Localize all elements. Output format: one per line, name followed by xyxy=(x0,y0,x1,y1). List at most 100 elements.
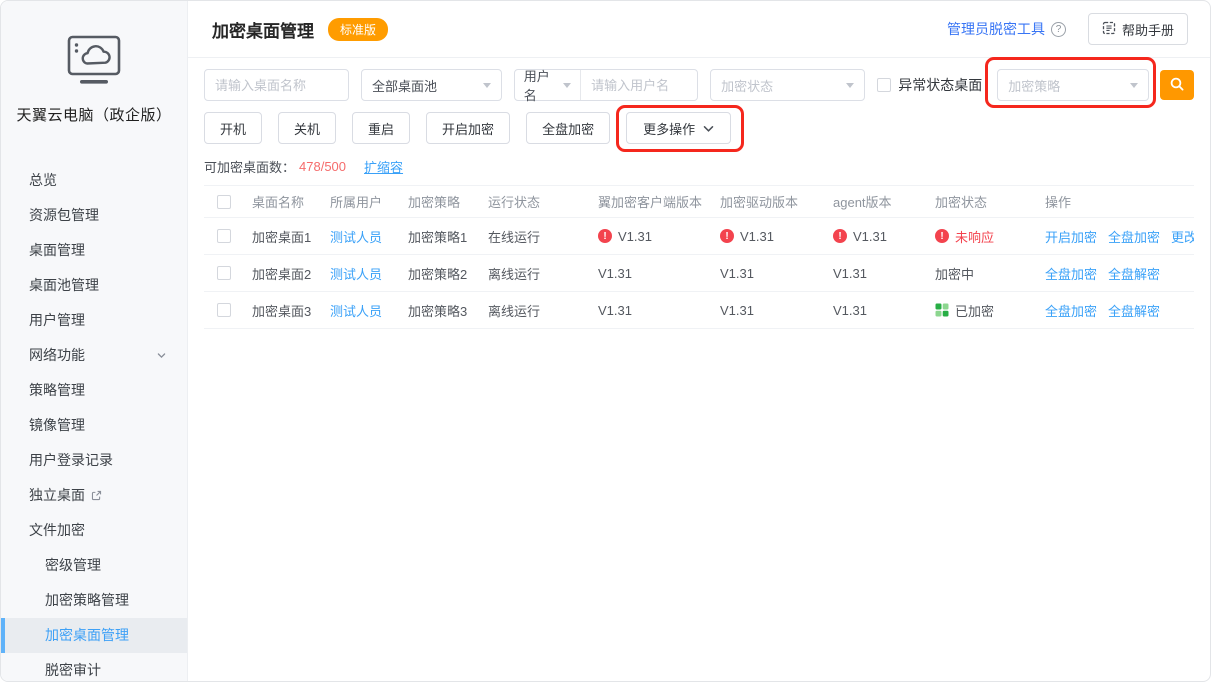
driver-version-cell: V1.31 xyxy=(720,266,833,281)
table-row: 加密桌面2测试人员加密策略2离线运行V1.31V1.31V1.31加密中全盘加密… xyxy=(204,255,1194,292)
sidebar-item-6[interactable]: 网络功能 xyxy=(1,338,187,373)
encrypted-icon xyxy=(935,303,949,317)
sidebar-item-11[interactable]: 文件加密 xyxy=(1,513,187,548)
filter-bar: 全部桌面池 用户名 加密状态 异常状态桌面 xyxy=(204,69,1194,101)
encrypt-status-cell: 已加密 xyxy=(935,301,1045,320)
sidebar-item-label: 文件加密 xyxy=(29,513,85,548)
encrypt-policy-placeholder: 加密策略 xyxy=(1008,76,1060,95)
sidebar-item-label: 用户管理 xyxy=(29,303,85,338)
row-action-link[interactable]: 全盘解密 xyxy=(1108,264,1160,283)
row-checkbox[interactable] xyxy=(217,266,231,280)
external-link-icon xyxy=(91,490,102,501)
sidebar-item-14[interactable]: 加密桌面管理 xyxy=(1,618,187,653)
cloud-pc-logo-icon xyxy=(65,74,123,91)
error-icon: ! xyxy=(598,229,612,243)
sidebar-item-1[interactable]: 总览 xyxy=(1,163,187,198)
owner-user-link[interactable]: 测试人员 xyxy=(330,304,382,319)
row-checkbox[interactable] xyxy=(217,229,231,243)
sidebar-item-12[interactable]: 密级管理 xyxy=(1,548,187,583)
caret-down-icon xyxy=(483,83,491,88)
user-field-label: 用户名 xyxy=(524,66,556,104)
toolbar-button-3[interactable]: 重启 xyxy=(352,112,410,144)
encrypt-status-cell: 加密中 xyxy=(935,264,1045,283)
desktop-pool-value: 全部桌面池 xyxy=(372,76,437,95)
error-icon: ! xyxy=(833,229,847,243)
version-text: V1.31 xyxy=(740,229,774,244)
encrypt-policy-select[interactable]: 加密策略 xyxy=(997,69,1149,101)
policy-cell: 加密策略2 xyxy=(408,264,488,283)
error-icon: ! xyxy=(720,229,734,243)
policy-cell: 加密策略1 xyxy=(408,227,488,246)
owner-user-link[interactable]: 测试人员 xyxy=(330,267,382,282)
owner-user-link[interactable]: 测试人员 xyxy=(330,230,382,245)
run-status-cell: 在线运行 xyxy=(488,227,598,246)
sidebar-item-8[interactable]: 镜像管理 xyxy=(1,408,187,443)
desktop-pool-select[interactable]: 全部桌面池 xyxy=(361,69,502,101)
row-action-link[interactable]: 开启加密 xyxy=(1045,227,1097,246)
toolbar-button-1[interactable]: 开机 xyxy=(204,112,262,144)
desktop-table: 桌面名称所属用户加密策略运行状态翼加密客户端版本加密驱动版本agent版本加密状… xyxy=(204,185,1194,329)
sidebar-item-5[interactable]: 用户管理 xyxy=(1,303,187,338)
policy-cell: 加密策略3 xyxy=(408,301,488,320)
more-actions-button[interactable]: 更多操作 xyxy=(626,112,731,144)
app-window: 天翼云电脑（政企版） 总览资源包管理桌面管理桌面池管理用户管理网络功能策略管理镜… xyxy=(0,0,1211,682)
encrypt-status-select[interactable]: 加密状态 xyxy=(710,69,865,101)
select-all-checkbox[interactable] xyxy=(217,195,231,209)
user-field-select[interactable]: 用户名 xyxy=(515,70,581,100)
brand: 天翼云电脑（政企版） xyxy=(1,1,187,125)
sidebar-item-label: 加密策略管理 xyxy=(45,583,129,618)
admin-decrypt-tool-link[interactable]: 管理员脱密工具 xyxy=(947,19,1045,39)
version-text: V1.31 xyxy=(598,303,632,318)
username-input[interactable] xyxy=(581,70,697,100)
question-circle-icon[interactable]: ? xyxy=(1051,22,1066,37)
sidebar-item-3[interactable]: 桌面管理 xyxy=(1,233,187,268)
sidebar-item-9[interactable]: 用户登录记录 xyxy=(1,443,187,478)
column-header: 加密策略 xyxy=(408,192,488,211)
desktop-name-cell: 加密桌面1 xyxy=(252,227,330,246)
sidebar-item-label: 镜像管理 xyxy=(29,408,85,443)
run-status-cell: 离线运行 xyxy=(488,264,598,283)
row-action-link[interactable]: 更改策略 xyxy=(1171,227,1194,246)
sidebar-item-label: 策略管理 xyxy=(29,373,85,408)
row-checkbox-cell xyxy=(204,229,252,243)
row-action-link[interactable]: 全盘解密 xyxy=(1108,301,1160,320)
driver-version-cell: V1.31 xyxy=(720,303,833,318)
row-action-link[interactable]: 全盘加密 xyxy=(1108,227,1160,246)
version-text: V1.31 xyxy=(720,266,754,281)
toolbar-button-5[interactable]: 全盘加密 xyxy=(526,112,610,144)
column-header: agent版本 xyxy=(833,192,935,211)
sidebar-item-4[interactable]: 桌面池管理 xyxy=(1,268,187,303)
toolbar-button-4[interactable]: 开启加密 xyxy=(426,112,510,144)
header-checkbox-cell xyxy=(204,195,252,209)
agent-version-cell: !V1.31 xyxy=(833,229,935,244)
search-button[interactable] xyxy=(1160,70,1194,100)
row-action-link[interactable]: 全盘加密 xyxy=(1045,264,1097,283)
encrypt-status-text: 未响应 xyxy=(955,227,994,246)
sidebar-item-2[interactable]: 资源包管理 xyxy=(1,198,187,233)
encrypt-status-placeholder: 加密状态 xyxy=(721,76,773,95)
sidebar-item-15[interactable]: 脱密审计 xyxy=(1,653,187,682)
edition-badge: 标准版 xyxy=(328,18,388,41)
capacity-row: 可加密桌面数： 478/500 扩缩容 xyxy=(204,157,1194,176)
help-manual-button[interactable]: 帮助手册 xyxy=(1088,13,1188,45)
content-area: 全部桌面池 用户名 加密状态 异常状态桌面 xyxy=(188,58,1210,329)
scale-link[interactable]: 扩缩容 xyxy=(364,157,403,176)
toolbar-button-2[interactable]: 关机 xyxy=(278,112,336,144)
sidebar-item-7[interactable]: 策略管理 xyxy=(1,373,187,408)
row-checkbox[interactable] xyxy=(217,303,231,317)
sidebar-item-10[interactable]: 独立桌面 xyxy=(1,478,187,513)
owner-user-cell: 测试人员 xyxy=(330,301,408,320)
row-checkbox-cell xyxy=(204,303,252,317)
checkbox-box xyxy=(877,78,891,92)
sidebar-item-label: 加密桌面管理 xyxy=(45,618,129,653)
sidebar-item-label: 桌面池管理 xyxy=(29,268,99,303)
row-action-link[interactable]: 全盘加密 xyxy=(1045,301,1097,320)
version-text: V1.31 xyxy=(833,266,867,281)
driver-version-cell: ! V1.31 xyxy=(720,229,833,244)
desktop-name-input[interactable] xyxy=(204,69,349,101)
client-version-cell: V1.31 xyxy=(598,266,720,281)
client-version-cell: V1.31 xyxy=(598,303,720,318)
abnormal-desktop-checkbox[interactable]: 异常状态桌面 xyxy=(877,75,982,95)
caret-down-icon xyxy=(563,83,571,88)
sidebar-item-13[interactable]: 加密策略管理 xyxy=(1,583,187,618)
